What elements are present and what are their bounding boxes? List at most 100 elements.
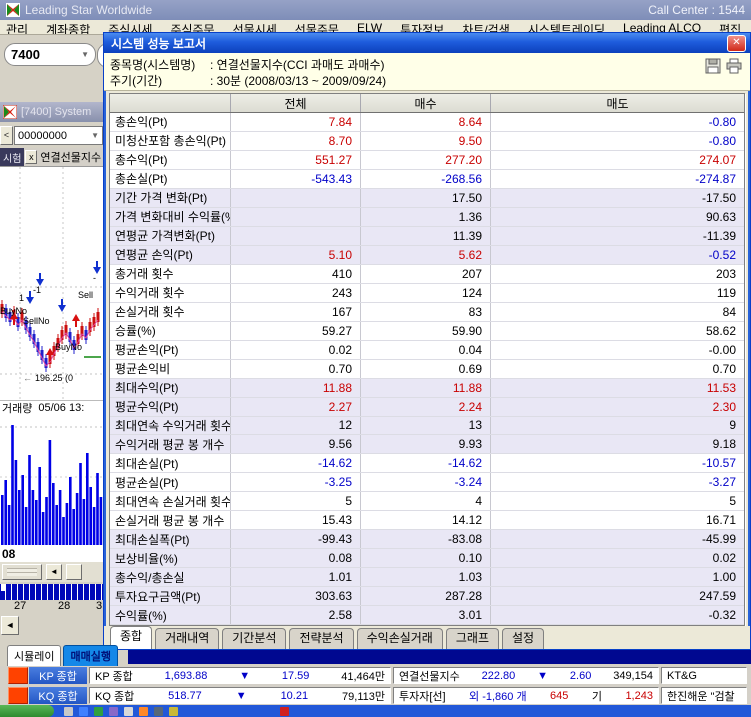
status-value: KQ 종합 (95, 688, 134, 704)
start-button[interactable] (0, 705, 54, 717)
row-value: 15.43 (230, 511, 360, 529)
timeline-ruler[interactable] (0, 584, 103, 600)
tray-icon[interactable] (109, 707, 118, 716)
scrollbar-thumb[interactable] (2, 564, 42, 580)
row-value: 7.84 (230, 113, 360, 131)
row-value: 0.70 (490, 360, 744, 378)
menu-item[interactable]: 관리 (6, 21, 28, 35)
account-value: 00000000 (18, 130, 67, 142)
row-label: 총수익/총손실 (110, 568, 230, 586)
tray-icon[interactable] (64, 707, 73, 716)
menu-item[interactable]: 계좌종합 (46, 21, 90, 35)
status-value: ▼ (239, 670, 250, 682)
tray-icon[interactable] (139, 707, 148, 716)
account-combo[interactable]: 00000000 ▼ (14, 126, 103, 145)
back-button[interactable]: < (0, 126, 13, 145)
status-value: 1,243 (625, 690, 653, 702)
annotation-buynote2: BuyNo (55, 342, 82, 352)
scroll-left-icon[interactable]: ◄ (46, 564, 62, 580)
tab-trade-execution[interactable]: 매매실행 (63, 645, 117, 666)
table-row[interactable]: 연평균 가격변화(Pt)11.39-11.39 (110, 227, 744, 246)
table-header-cell[interactable]: 매도 (490, 94, 744, 112)
table-header-cell[interactable] (110, 94, 230, 112)
close-chart-button[interactable]: x (25, 150, 37, 164)
symbol-name-label: 종목명(시스템명) (110, 56, 210, 73)
table-row[interactable]: 보상비율(%)0.080.100.02 (110, 549, 744, 568)
chart-tab-row: 시험 x 연결선물지수 (0, 148, 103, 166)
table-header-cell[interactable]: 매수 (360, 94, 490, 112)
status-panel: KT&G (661, 667, 747, 684)
save-icon[interactable] (705, 58, 721, 74)
table-row[interactable]: 평균손익(Pt)0.020.04-0.00 (110, 341, 744, 360)
close-icon[interactable]: ✕ (727, 35, 746, 52)
table-row[interactable]: 미청산포함 총손익(Pt)8.709.50-0.80 (110, 132, 744, 151)
table-row[interactable]: 최대손실폭(Pt)-99.43-83.08-45.99 (110, 530, 744, 549)
pan-left-button[interactable]: ◄ (1, 616, 19, 635)
tray-icon[interactable] (79, 707, 88, 716)
table-row[interactable]: 평균손실(Pt)-3.25-3.24-3.27 (110, 473, 744, 492)
table-row[interactable]: 총수익/총손실1.011.031.00 (110, 568, 744, 587)
table-row[interactable]: 연평균 손익(Pt)5.105.62-0.52 (110, 246, 744, 265)
dialog-tab-4[interactable]: 전략분석 (289, 628, 353, 649)
table-row[interactable]: 총손실(Pt)-543.43-268.56-274.87 (110, 170, 744, 189)
table-row[interactable]: 수익률(%)2.583.01-0.32 (110, 606, 744, 625)
row-value: -45.99 (490, 530, 744, 548)
dialog-tab-2[interactable]: 거래내역 (155, 628, 219, 649)
row-value: 124 (360, 284, 490, 302)
market-select-button[interactable]: KP 종합 (29, 667, 87, 684)
table-row[interactable]: 수익거래 횟수243124119 (110, 284, 744, 303)
chart-scrollbar[interactable]: ◄ (0, 562, 103, 582)
tray-icon-alert[interactable] (280, 707, 289, 716)
chart-mode-tab[interactable]: 시험 (0, 148, 24, 166)
chart-window-icon (3, 105, 17, 119)
chevron-down-icon[interactable]: ▼ (91, 131, 99, 140)
bottom-tabs: 시뮬레이 매매실행 (0, 648, 135, 666)
table-row[interactable]: 가격 변화대비 수익률(%)1.3690.63 (110, 208, 744, 227)
volume-chart[interactable] (0, 415, 103, 545)
dialog-tab-3[interactable]: 기간분석 (222, 628, 286, 649)
tray-icon[interactable] (154, 707, 163, 716)
market-color-box (8, 667, 28, 684)
table-row[interactable]: 손실거래 평균 봉 개수15.4314.1216.71 (110, 511, 744, 530)
table-row[interactable]: 평균손익비0.700.690.70 (110, 360, 744, 379)
tray-icon[interactable] (124, 707, 133, 716)
table-row[interactable]: 기간 가격 변화(Pt)17.50-17.50 (110, 189, 744, 208)
table-row[interactable]: 승률(%)59.2759.9058.62 (110, 322, 744, 341)
chart-window-title-bar[interactable]: [7400] System (0, 102, 103, 122)
table-header-cell[interactable]: 전체 (230, 94, 360, 112)
scroll-page-button[interactable] (66, 564, 82, 580)
screen-number-combo[interactable]: 7400 ▼ (4, 43, 96, 66)
table-row[interactable]: 최대수익(Pt)11.8811.8811.53 (110, 379, 744, 398)
status-value: 외 -1,860 개 (469, 688, 527, 704)
market-select-button[interactable]: KQ 종합 (29, 687, 87, 704)
chevron-down-icon[interactable]: ▼ (81, 50, 89, 59)
table-row[interactable]: 최대연속 수익거래 횟수12139 (110, 417, 744, 436)
row-label: 평균손익(Pt) (110, 341, 230, 359)
row-value: 0.04 (360, 341, 490, 359)
dialog-tab-7[interactable]: 설정 (502, 628, 544, 649)
dialog-title-bar[interactable]: 시스템 성능 보고서 ✕ (104, 33, 750, 53)
table-row[interactable]: 총손익(Pt)7.848.64-0.80 (110, 113, 744, 132)
row-label: 기간 가격 변화(Pt) (110, 189, 230, 207)
tray-icon[interactable] (94, 707, 103, 716)
row-value: 0.70 (230, 360, 360, 378)
table-row[interactable]: 손실거래 횟수1678384 (110, 303, 744, 322)
print-icon[interactable] (726, 58, 742, 74)
row-value: 16.71 (490, 511, 744, 529)
dialog-tab-5[interactable]: 수익손실거래 (357, 628, 443, 649)
tab-simulation[interactable]: 시뮬레이 (7, 645, 61, 666)
table-row[interactable]: 수익거래 평균 봉 개수9.569.939.18 (110, 435, 744, 454)
row-value: 2.30 (490, 398, 744, 416)
table-row[interactable]: 투자요구금액(Pt)303.63287.28247.59 (110, 587, 744, 606)
row-value: 1.03 (360, 568, 490, 586)
dialog-tab-6[interactable]: 그래프 (446, 628, 499, 649)
table-row[interactable]: 최대손실(Pt)-14.62-14.62-10.57 (110, 454, 744, 473)
table-row[interactable]: 총거래 횟수410207203 (110, 265, 744, 284)
row-value: 17.50 (360, 189, 490, 207)
tray-icon[interactable] (169, 707, 178, 716)
table-row[interactable]: 최대연속 손실거래 횟수545 (110, 492, 744, 511)
status-panel: KP 종합1,693.88▼17.5941,464만 (89, 667, 391, 684)
price-chart[interactable]: 1 -1 Sell BuyNo SellNo BuyNo ← 196.25 (0… (0, 166, 103, 401)
table-row[interactable]: 평균수익(Pt)2.272.242.30 (110, 398, 744, 417)
table-row[interactable]: 총수익(Pt)551.27277.20274.07 (110, 151, 744, 170)
